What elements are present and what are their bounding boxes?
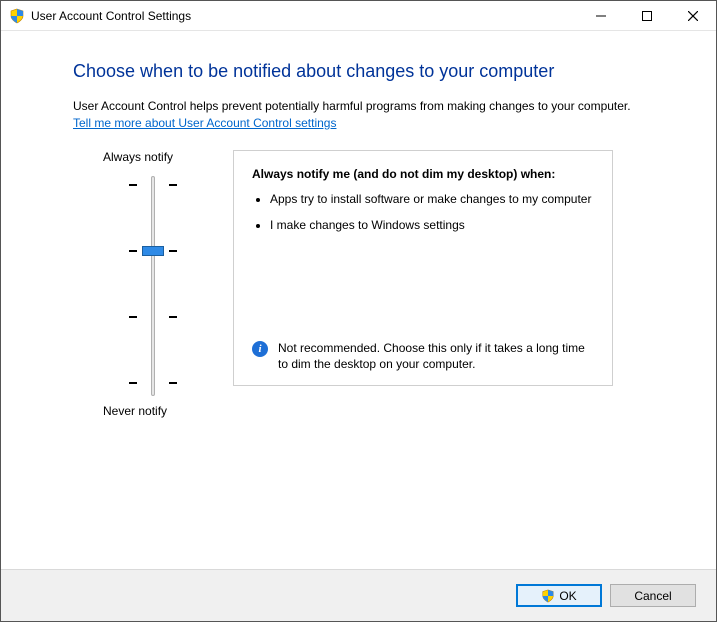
slider-tick — [129, 316, 137, 318]
slider-tick — [169, 250, 177, 252]
slider-track — [151, 176, 155, 396]
panel-bullet: Apps try to install software or make cha… — [270, 191, 594, 207]
learn-more-link[interactable]: Tell me more about User Account Control … — [73, 116, 336, 130]
description-text: User Account Control helps prevent poten… — [73, 99, 631, 113]
slider-top-label: Always notify — [103, 150, 173, 164]
content-area: Choose when to be notified about changes… — [1, 31, 716, 569]
uac-shield-icon — [9, 8, 25, 24]
ok-button[interactable]: OK — [516, 584, 602, 607]
slider-bottom-label: Never notify — [103, 404, 167, 418]
slider-tick — [129, 382, 137, 384]
cancel-button[interactable]: Cancel — [610, 584, 696, 607]
close-button[interactable] — [670, 1, 716, 30]
recommendation-text: Not recommended. Choose this only if it … — [278, 340, 594, 372]
panel-bullet-list: Apps try to install software or make cha… — [270, 191, 594, 243]
footer: OK Cancel — [1, 569, 716, 621]
slider-tick — [129, 184, 137, 186]
uac-settings-window: User Account Control Settings Choose whe… — [0, 0, 717, 622]
slider-column: Always notify Never notify — [73, 150, 233, 418]
description: User Account Control helps prevent poten… — [73, 98, 676, 132]
slider-tick — [169, 184, 177, 186]
window-buttons — [578, 1, 716, 30]
description-panel: Always notify me (and do not dim my desk… — [233, 150, 613, 386]
titlebar: User Account Control Settings — [1, 1, 716, 31]
page-heading: Choose when to be notified about changes… — [73, 61, 676, 82]
info-icon: i — [252, 341, 268, 357]
body-row: Always notify Never notify Always notify — [73, 150, 676, 418]
cancel-button-label: Cancel — [634, 589, 671, 603]
minimize-button[interactable] — [578, 1, 624, 30]
maximize-button[interactable] — [624, 1, 670, 30]
panel-bullet: I make changes to Windows settings — [270, 217, 594, 233]
recommendation-row: i Not recommended. Choose this only if i… — [252, 340, 594, 372]
slider-thumb[interactable] — [142, 246, 164, 256]
panel-title: Always notify me (and do not dim my desk… — [252, 167, 594, 181]
slider-tick — [169, 382, 177, 384]
ok-button-label: OK — [559, 589, 576, 603]
notification-slider[interactable] — [123, 176, 183, 396]
slider-tick — [129, 250, 137, 252]
uac-shield-icon — [541, 589, 555, 603]
window-title: User Account Control Settings — [31, 9, 578, 23]
slider-tick — [169, 316, 177, 318]
